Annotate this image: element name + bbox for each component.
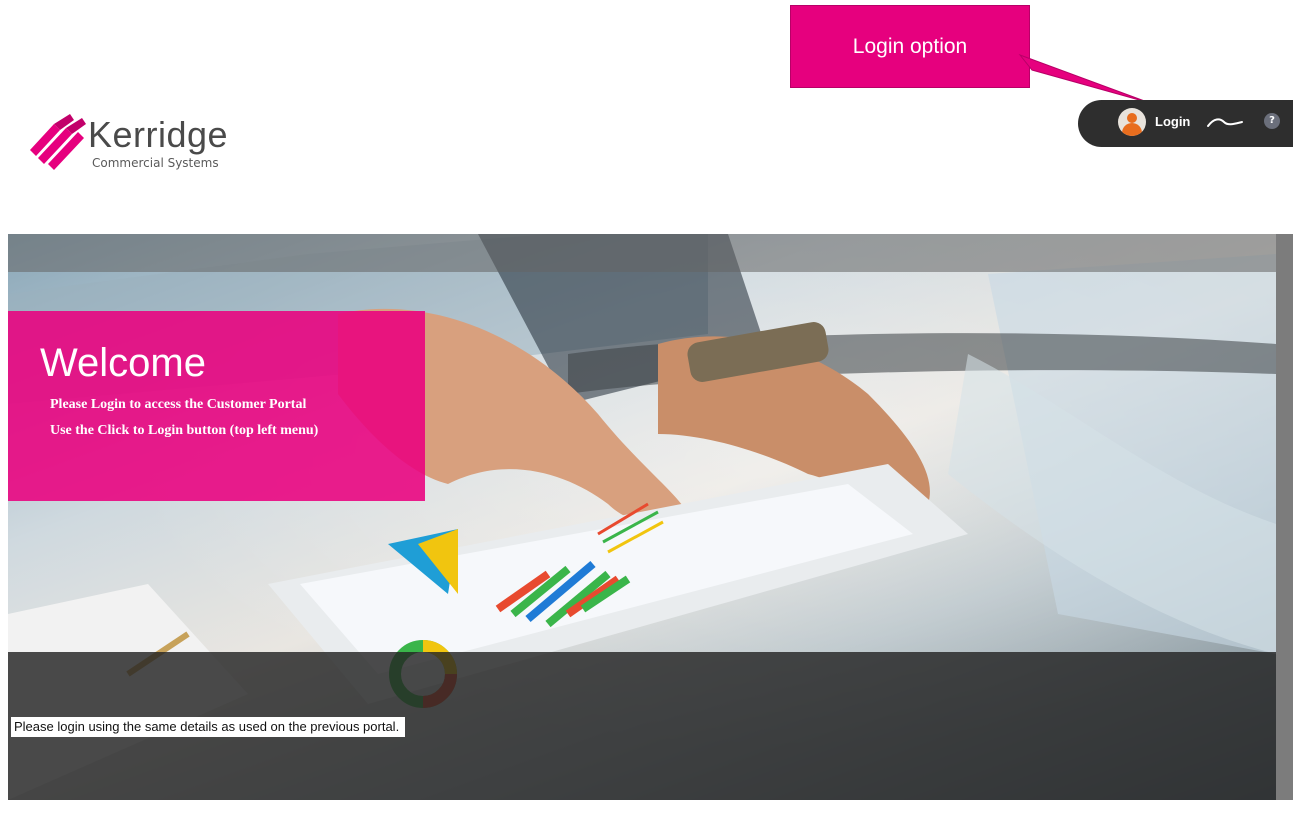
logo-subtitle: Commercial Systems [92, 156, 219, 170]
hero-top-band [8, 234, 1276, 272]
callout-text: Login option [852, 34, 968, 58]
welcome-title: Welcome [40, 341, 206, 385]
swoosh-icon[interactable] [1206, 112, 1244, 132]
logo-wordmark: Kerridge [88, 114, 229, 155]
welcome-message-line1: Please Login to access the Customer Port… [50, 397, 307, 412]
welcome-message-line2: Use the Click to Login button (top left … [50, 423, 319, 438]
user-avatar-icon[interactable] [1118, 108, 1146, 136]
login-option-callout: Login option [790, 5, 1030, 88]
logo-mark-icon [30, 114, 86, 170]
login-button[interactable]: Login [1155, 114, 1190, 129]
login-notice: Please login using the same details as u… [11, 717, 406, 737]
welcome-panel: Welcome Please Login to access the Custo… [8, 311, 425, 501]
help-icon[interactable]: ? [1264, 113, 1280, 129]
kerridge-logo: Kerridge Commercial Systems [26, 108, 266, 178]
